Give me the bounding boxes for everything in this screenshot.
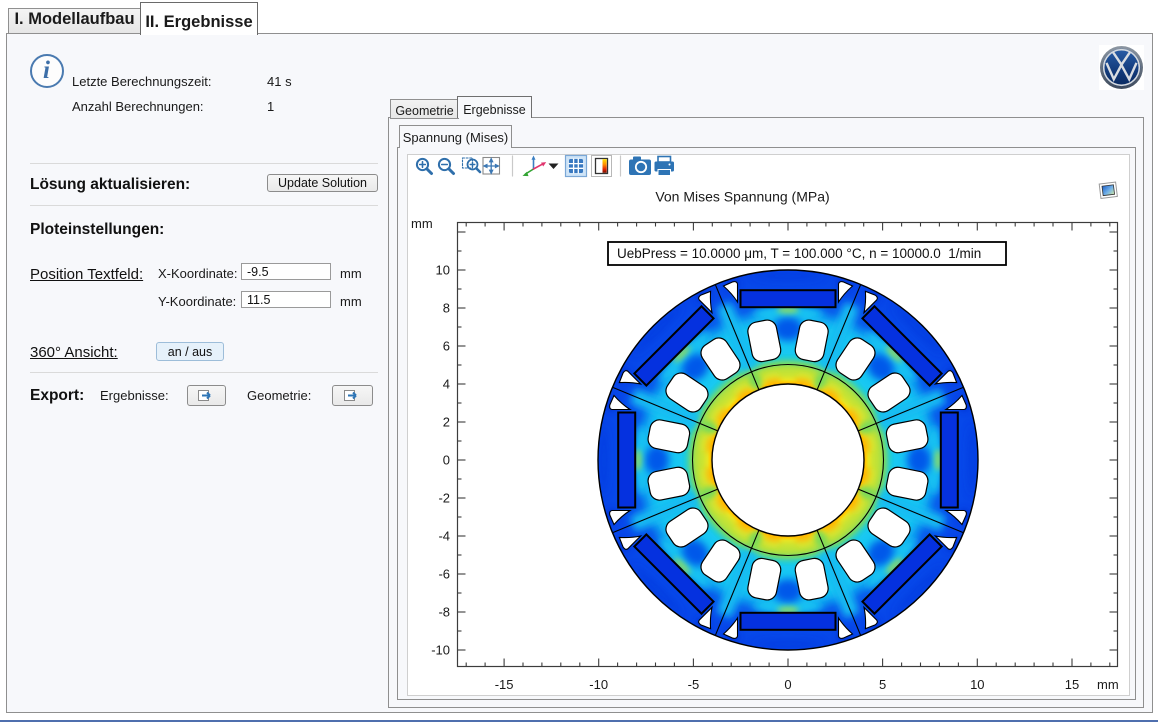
svg-text:-8: -8 [438,605,450,620]
svg-text:4: 4 [443,377,450,392]
svg-text:UebPress = 10.0000 μm, T = 100: UebPress = 10.0000 μm, T = 100.000 °C, n… [617,246,981,261]
svg-text:-2: -2 [438,491,450,506]
svg-text:-10: -10 [431,643,450,658]
svg-text:10: 10 [970,677,984,692]
svg-text:0: 0 [443,453,450,468]
svg-text:8: 8 [443,301,450,316]
svg-text:2: 2 [443,415,450,430]
svg-text:Von Mises Spannung (MPa): Von Mises Spannung (MPa) [655,189,829,205]
svg-text:-5: -5 [688,677,700,692]
svg-text:6: 6 [443,339,450,354]
svg-text:0: 0 [784,677,791,692]
svg-text:15: 15 [1065,677,1079,692]
svg-text:-6: -6 [438,567,450,582]
svg-text:-10: -10 [589,677,608,692]
svg-text:5: 5 [879,677,886,692]
svg-text:mm: mm [1097,677,1119,692]
svg-text:10: 10 [436,263,450,278]
svg-text:-4: -4 [438,529,450,544]
svg-text:-15: -15 [495,677,514,692]
svg-text:mm: mm [411,216,433,231]
